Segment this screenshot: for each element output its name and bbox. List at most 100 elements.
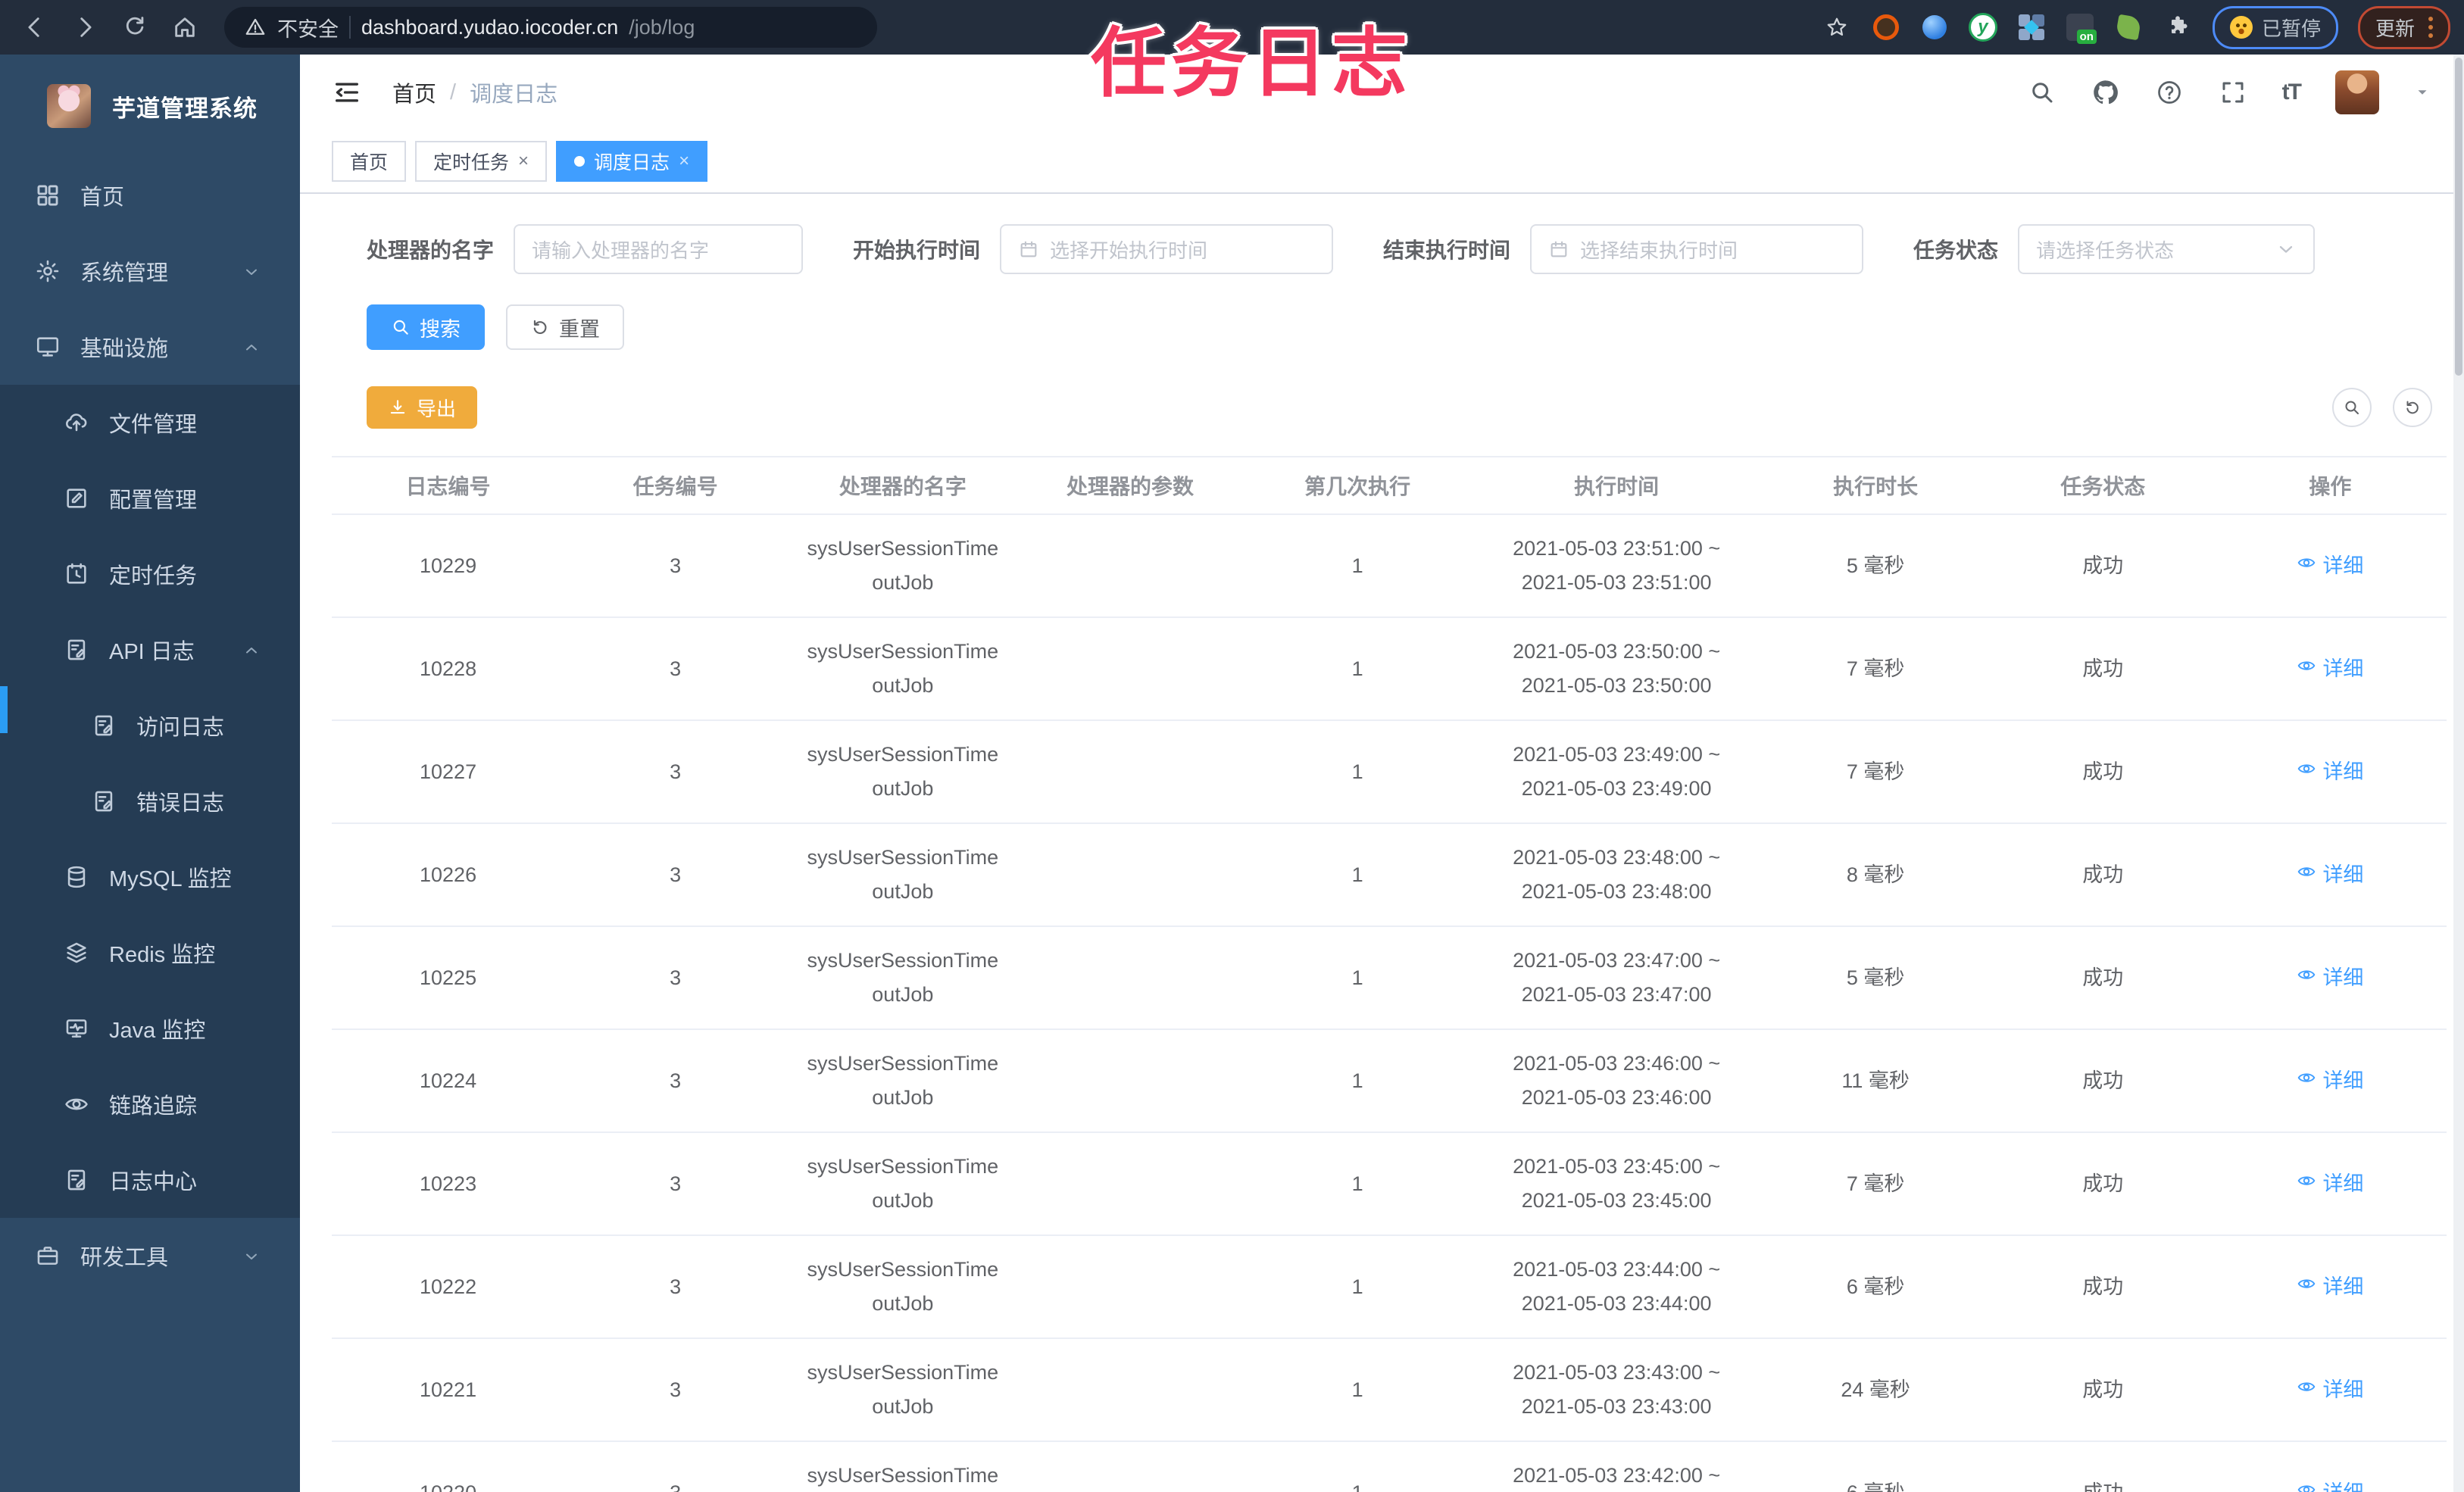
export-button[interactable]: 导出 [367,386,478,429]
sidebar-item-file[interactable]: 文件管理 [0,385,300,460]
fullscreen-icon[interactable] [2219,78,2247,107]
browser-back-button[interactable] [14,6,56,48]
sidebar-item-system[interactable]: 系统管理 [0,233,300,309]
download-icon [388,398,408,417]
cell-log-id: 10222 [420,1275,477,1298]
font-size-icon[interactable]: tT [2282,80,2302,105]
tab-首页[interactable]: 首页 [332,141,407,182]
cell-execute-index: 1 [1351,1378,1363,1401]
extension-orange-icon[interactable] [1872,13,1900,42]
tab-定时任务[interactable]: 定时任务 × [415,141,548,182]
paused-badge[interactable]: 已暂停 [2212,5,2338,49]
browser-home-button[interactable] [164,6,206,48]
sidebar-item-access-log[interactable]: 访问日志 [0,688,300,763]
end-time-input[interactable]: 选择结束执行时间 [1530,224,1864,274]
tab-close-icon[interactable]: × [518,152,529,170]
cell-execute-time: 2021-05-03 23:46:00 ~2021-05-03 23:46:00 [1474,1030,1760,1131]
job-status-input[interactable]: 请选择任务状态 [2018,224,2316,274]
header-search-icon[interactable] [2028,78,2056,107]
extension-grid-icon[interactable] [2017,13,2046,42]
sidebar-item-java[interactable]: Java 监控 [0,991,300,1066]
placeholder-text: 选择开始执行时间 [1050,239,1208,262]
begin-time-input[interactable]: 选择开始执行时间 [1000,224,1334,274]
sidebar-item-infra[interactable]: 基础设施 [0,309,300,385]
sidebar-item-error-log[interactable]: 错误日志 [0,763,300,839]
refresh-table-button[interactable] [2393,388,2432,427]
handler-name-text: sysUserSessionTimeoutJob [807,1155,999,1212]
extension-leaf-icon[interactable] [2114,13,2143,42]
monitor-icon [35,334,61,360]
sidebar-submenu-infrastructure: 文件管理配置管理 定时任务 API 日志 访问日志 错误日志 MySQL 监控 Redis … [0,385,300,1218]
browser-menu-dots-icon[interactable] [2428,17,2433,38]
detail-link[interactable]: 详细 [2297,1167,2363,1201]
toggle-search-icon [2343,398,2361,417]
sidebar-item-mysql[interactable]: MySQL 监控 [0,839,300,915]
cell-job-id: 3 [670,1378,682,1401]
cell-job-id: 3 [670,657,682,680]
sidebar-item-label: 文件管理 [109,413,198,437]
breadcrumb-home[interactable]: 首页 [392,76,436,108]
cell-handler-param [1019,824,1241,925]
detail-link-label: 详细 [2322,657,2364,680]
detail-link[interactable]: 详细 [2297,549,2363,583]
execute-time-text: 2021-05-03 23:43:00 ~2021-05-03 23:43:00 [1513,1361,1721,1418]
extension-blue-drop-icon[interactable] [1920,13,1949,42]
extensions-puzzle-icon[interactable] [2163,12,2193,42]
column-header-执行时长: 执行时长 [1833,475,1919,498]
sidebar-collapse-button[interactable] [332,77,362,108]
filter-label-job-status: 任务状态 [1913,239,1999,262]
layers-icon [64,940,89,966]
reset-button[interactable]: 重置 [506,304,624,350]
sidebar-item-home[interactable]: 首页 [0,158,300,233]
detail-link[interactable]: 详细 [2297,652,2363,686]
github-icon[interactable] [2091,78,2120,107]
sidebar-item-label: 系统管理 [80,261,169,286]
update-button[interactable]: 更新 [2357,5,2450,49]
tab-调度日志[interactable]: 调度日志 × [556,141,708,182]
filter-label-end-time: 结束执行时间 [1383,239,1511,262]
cell-execute-time: 2021-05-03 23:44:00 ~2021-05-03 23:44:00 [1474,1236,1760,1337]
logo-rabbit-image [47,84,91,128]
cell-operation: 详细 [2214,721,2447,822]
column-header-任务编号: 任务编号 [632,475,718,498]
detail-link-label: 详细 [2322,966,2364,989]
sidebar-item-log-center[interactable]: 日志中心 [0,1142,300,1218]
detail-link[interactable]: 详细 [2297,1064,2363,1098]
extension-green-y-icon[interactable]: y [1968,13,1997,42]
detail-link-label: 详细 [2322,760,2364,783]
avatar-caret-icon[interactable] [2414,84,2431,101]
cell-log-id: 10228 [420,657,477,680]
browser-forward-button[interactable] [64,6,106,48]
cell-handler-name: sysUserSessionTimeoutJob [786,1030,1019,1131]
detail-link[interactable]: 详细 [2297,755,2363,789]
handler-name-input[interactable]: 请输入处理器的名字 [514,224,804,274]
sidebar-item-dev-tools[interactable]: 研发工具 [0,1218,300,1294]
url-bar[interactable]: 不安全 dashboard.yudao.iocoder.cn/job/log [224,7,877,48]
sidebar-item-trace[interactable]: 链路追踪 [0,1066,300,1142]
scrollbar-thumb[interactable] [2455,58,2462,376]
app-title: 芋道管理系统 [112,95,258,122]
browser-right-cluster: y on 已暂停 更新 [1822,5,2450,49]
handler-name-text: sysUserSessionTimeoutJob [807,1361,999,1418]
detail-link[interactable]: 详细 [2297,1373,2363,1407]
bookmark-star-icon[interactable] [1822,12,1852,42]
cell-status: 成功 [1992,1442,2214,1492]
help-icon[interactable] [2155,78,2184,107]
window-scrollbar[interactable] [2453,55,2464,1492]
search-button[interactable]: 搜索 [367,304,485,350]
cell-status: 成功 [2082,760,2124,783]
detail-link[interactable]: 详细 [2297,1270,2363,1304]
toggle-search-button[interactable] [2332,388,2372,427]
cell-job-id: 3 [670,1172,682,1195]
user-avatar[interactable] [2335,70,2379,114]
sidebar-item-redis[interactable]: Redis 监控 [0,915,300,991]
detail-link[interactable]: 详细 [2297,1476,2363,1492]
tab-close-icon[interactable]: × [679,152,689,170]
browser-reload-button[interactable] [114,6,156,48]
sidebar-item-job[interactable]: 定时任务 [0,536,300,612]
sidebar-item-api-log[interactable]: API 日志 [0,612,300,688]
sidebar-item-config[interactable]: 配置管理 [0,460,300,536]
extension-on-badge-icon[interactable]: on [2066,13,2097,44]
detail-link[interactable]: 详细 [2297,961,2363,995]
detail-link[interactable]: 详细 [2297,858,2363,892]
